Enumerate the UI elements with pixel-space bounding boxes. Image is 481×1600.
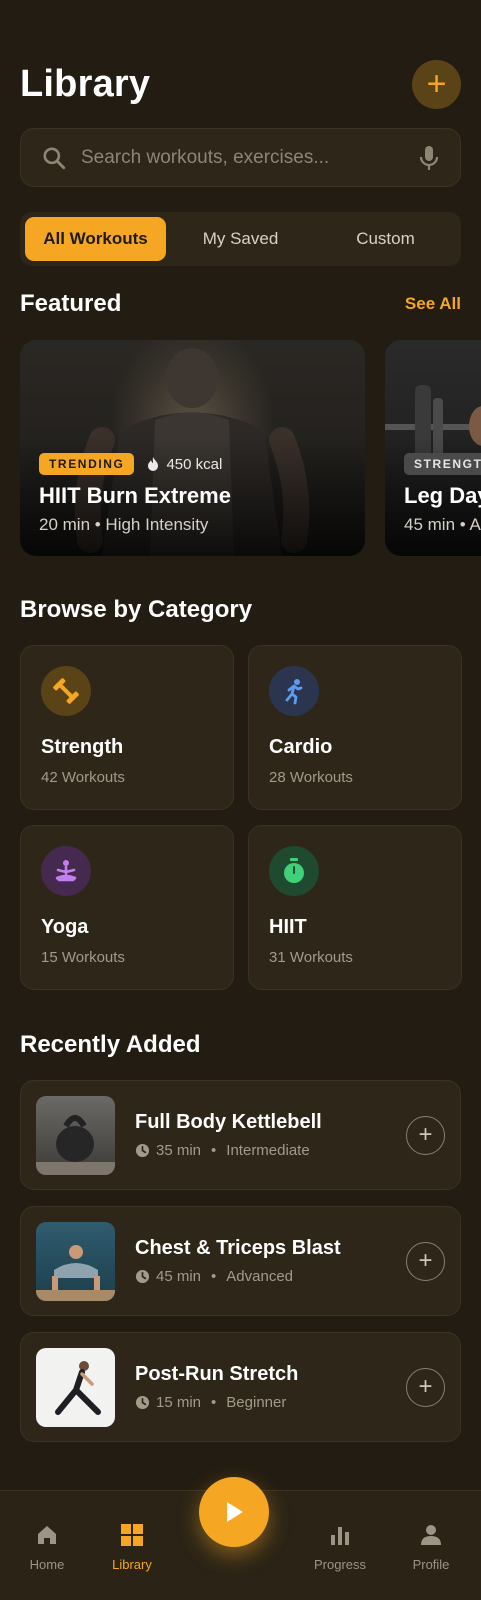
recent-item-meta: 35 min • Intermediate — [135, 1142, 406, 1159]
separator-dot: • — [211, 1268, 217, 1285]
add-to-plan-button[interactable]: + — [406, 1367, 445, 1407]
featured-card[interactable]: TRENDING 450 kcal HIIT Burn Extreme 20 m… — [20, 340, 365, 556]
featured-card-meta: STRENGTH Leg Day 45 min • A — [404, 453, 481, 535]
grid-icon — [121, 1524, 143, 1546]
category-title: Browse by Category — [20, 596, 253, 623]
nav-label: Home — [29, 1557, 65, 1572]
search-input[interactable]: Search workouts, exercises... — [81, 147, 418, 169]
recent-item-meta: 45 min • Advanced — [135, 1268, 406, 1285]
category-header: Browse by Category — [20, 596, 461, 624]
category-count: 15 Workouts — [41, 949, 125, 966]
category-count: 28 Workouts — [269, 769, 353, 786]
recent-item-meta: 15 min • Beginner — [135, 1394, 406, 1411]
category-name: Strength — [41, 736, 124, 758]
separator-dot: • — [211, 1142, 217, 1159]
stretch-thumbnail — [36, 1347, 115, 1427]
play-icon — [227, 1502, 243, 1522]
recent-item-title: Full Body Kettlebell — [135, 1111, 322, 1133]
recent-item-duration: 35 min — [156, 1142, 202, 1159]
category-count: 42 Workouts — [41, 769, 125, 786]
person-icon — [421, 1525, 441, 1545]
start-workout-button[interactable] — [199, 1477, 269, 1547]
page-title: Library — [20, 62, 151, 105]
yoga-icon — [41, 846, 91, 896]
featured-card-title: Leg Day — [404, 483, 481, 508]
workout-tabs: All Workouts My Saved Custom — [20, 212, 461, 266]
calories-value: 450 kcal — [166, 455, 223, 473]
category-yoga[interactable]: Yoga 15 Workouts — [20, 825, 234, 990]
category-name: Cardio — [269, 736, 333, 758]
recent-item-title: Post-Run Stretch — [135, 1363, 299, 1385]
running-icon — [269, 666, 319, 716]
recent-item[interactable]: Full Body Kettlebell 35 min • Intermedia… — [20, 1080, 461, 1190]
featured-card-meta: TRENDING 450 kcal HIIT Burn Extreme 20 m… — [39, 453, 231, 535]
bar-chart-icon — [331, 1527, 349, 1545]
recent-item-info: Post-Run Stretch 15 min • Beginner — [135, 1363, 406, 1411]
category-hiit[interactable]: HIIT 31 Workouts — [248, 825, 462, 990]
featured-title: Featured — [20, 290, 122, 317]
add-workout-button[interactable]: + — [412, 59, 461, 109]
dumbbell-icon — [41, 666, 91, 716]
category-cardio[interactable]: Cardio 28 Workouts — [248, 645, 462, 810]
search-icon — [43, 146, 66, 169]
category-name: Yoga — [41, 916, 89, 938]
nav-label: Progress — [313, 1557, 367, 1572]
plus-icon: + — [418, 1121, 433, 1148]
plus-icon: + — [418, 1247, 433, 1274]
recent-item-level: Beginner — [226, 1394, 287, 1411]
add-to-plan-button[interactable]: + — [406, 1241, 445, 1281]
recent-item[interactable]: Chest & Triceps Blast 45 min • Advanced … — [20, 1206, 461, 1316]
microphone-icon[interactable] — [418, 144, 440, 172]
nav-label: Library — [112, 1557, 152, 1572]
recent-item-duration: 15 min — [156, 1394, 202, 1411]
trending-badge: TRENDING — [39, 453, 135, 475]
flame-icon — [148, 457, 159, 471]
featured-header: Featured See All — [20, 290, 461, 318]
nav-home[interactable]: Home — [7, 1523, 87, 1572]
featured-card-title: HIIT Burn Extreme — [39, 483, 231, 508]
category-count: 31 Workouts — [269, 949, 353, 966]
nav-label: Profile — [412, 1557, 450, 1572]
recent-item-level: Intermediate — [226, 1142, 310, 1159]
clock-icon — [135, 1395, 150, 1410]
pushup-thumbnail — [36, 1221, 115, 1301]
add-to-plan-button[interactable]: + — [406, 1115, 445, 1155]
featured-card[interactable]: STRENGTH Leg Day 45 min • A — [385, 340, 481, 556]
header: Library + — [20, 57, 461, 111]
category-name: HIIT — [269, 916, 307, 938]
recent-item-title: Chest & Triceps Blast — [135, 1237, 341, 1259]
plus-icon: + — [418, 1373, 433, 1400]
calories-label: 450 kcal — [146, 456, 222, 473]
tab-all-workouts[interactable]: All Workouts — [25, 217, 166, 261]
tab-custom[interactable]: Custom — [315, 217, 456, 261]
separator-dot: • — [211, 1394, 217, 1411]
stopwatch-icon — [269, 846, 319, 896]
nav-progress[interactable]: Progress — [300, 1523, 380, 1572]
search-bar[interactable]: Search workouts, exercises... — [20, 128, 461, 187]
kettlebell-thumbnail — [36, 1095, 115, 1175]
featured-card-subtitle: 45 min • A — [404, 515, 481, 534]
recent-item[interactable]: Post-Run Stretch 15 min • Beginner + — [20, 1332, 461, 1442]
featured-card-subtitle: 20 min • High Intensity — [39, 515, 209, 534]
recent-item-info: Chest & Triceps Blast 45 min • Advanced — [135, 1237, 406, 1285]
see-all-link[interactable]: See All — [405, 294, 461, 314]
nav-profile[interactable]: Profile — [391, 1523, 471, 1572]
plus-icon: + — [426, 65, 447, 103]
recent-item-level: Advanced — [226, 1268, 294, 1285]
nav-library[interactable]: Library — [92, 1523, 172, 1572]
home-icon — [38, 1526, 56, 1544]
recent-title: Recently Added — [20, 1031, 201, 1058]
clock-icon — [135, 1143, 150, 1158]
recent-item-duration: 45 min — [156, 1268, 202, 1285]
clock-icon — [135, 1269, 150, 1284]
category-strength[interactable]: Strength 42 Workouts — [20, 645, 234, 810]
recent-header: Recently Added — [20, 1031, 461, 1059]
strength-badge: STRENGTH — [404, 453, 481, 475]
tab-my-saved[interactable]: My Saved — [170, 217, 311, 261]
recent-item-info: Full Body Kettlebell 35 min • Intermedia… — [135, 1111, 406, 1159]
